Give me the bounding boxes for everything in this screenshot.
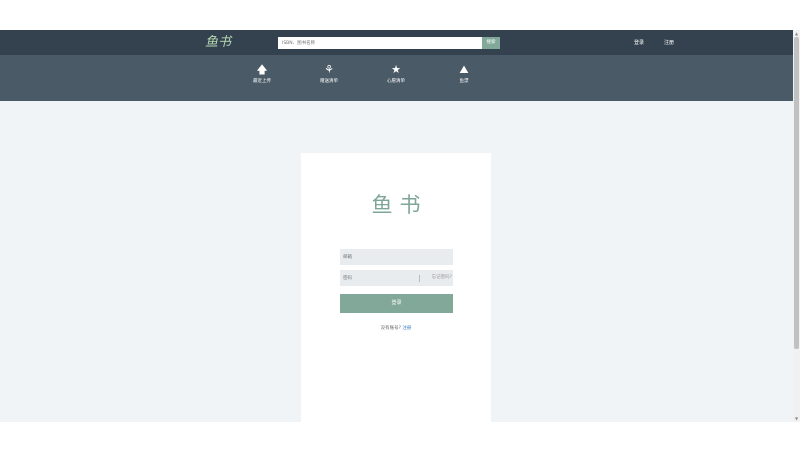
register-prompt: 没有账号? 注册	[301, 325, 491, 331]
nav-item-recent-uploads[interactable]: 🡅 最近上传	[242, 63, 282, 86]
email-input[interactable]	[340, 249, 453, 265]
site-logo[interactable]: 鱼书	[205, 34, 237, 52]
main-nav: 🡅 最近上传 ⚘ 赠送清单 ★ 心愿清单 ⛰ 鱼漂	[0, 55, 793, 101]
page-viewport: 鱼书 搜索 登录 注册 🡅 最近上传 ⚘ 赠送清单 ★ 心愿清单 ⛰ 鱼漂 鱼书	[0, 30, 793, 422]
nav-item-gift-list[interactable]: ⚘ 赠送清单	[309, 63, 349, 86]
scroll-thumb[interactable]	[794, 37, 799, 349]
gift-icon: ⚘	[324, 63, 334, 76]
login-title: 鱼书	[371, 193, 428, 217]
nav-item-label: 赠送清单	[320, 79, 338, 84]
register-link-inline[interactable]: 注册	[402, 326, 411, 331]
star-icon: ★	[391, 63, 401, 76]
search-input[interactable]	[278, 37, 482, 49]
password-input[interactable]	[340, 270, 421, 286]
register-prompt-text: 没有账号?	[380, 326, 401, 331]
nav-item-label: 鱼漂	[459, 79, 469, 84]
arrow-up-icon: 🡅	[256, 63, 268, 76]
vertical-scrollbar[interactable]: ▲ ▼	[793, 30, 800, 422]
top-header: 鱼书 搜索 登录 注册	[0, 30, 793, 55]
register-link[interactable]: 注册	[664, 38, 674, 48]
nav-item-label: 最近上传	[253, 79, 271, 84]
mountain-icon: ⛰	[459, 63, 469, 76]
scroll-down-icon[interactable]: ▼	[793, 415, 800, 422]
nav-item-wish-list[interactable]: ★ 心愿清单	[376, 63, 416, 86]
scroll-up-icon[interactable]: ▲	[793, 30, 800, 37]
email-field[interactable]	[340, 249, 453, 265]
divider	[419, 275, 420, 282]
forgot-password-link[interactable]: 忘记密码?	[428, 270, 452, 286]
login-button[interactable]: 登录	[340, 294, 453, 313]
password-field[interactable]: 忘记密码?	[340, 270, 453, 286]
login-link[interactable]: 登录	[634, 38, 644, 48]
nav-item-yupiao[interactable]: ⛰ 鱼漂	[444, 63, 484, 86]
search-button[interactable]: 搜索	[482, 37, 500, 49]
nav-item-label: 心愿清单	[387, 79, 405, 84]
login-card: 鱼书 忘记密码? 登录 没有账号? 注册	[301, 153, 491, 422]
